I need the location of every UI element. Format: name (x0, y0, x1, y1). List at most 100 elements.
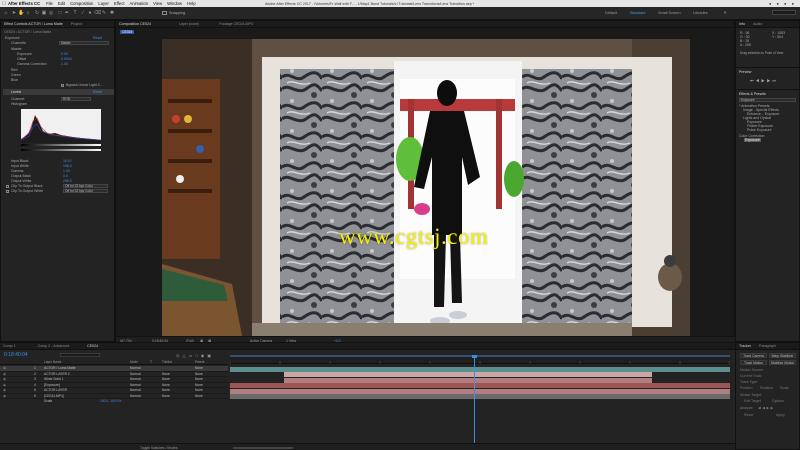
layer-bar-3[interactable] (284, 377, 652, 383)
toggle-switches-modes[interactable]: Toggle Switches / Modes (140, 446, 178, 450)
menu-animation[interactable]: Animation (130, 1, 149, 6)
pan-behind-tool-icon[interactable]: ◎ (48, 10, 54, 16)
levels-effect-label[interactable]: Levels (11, 90, 21, 94)
zoom-slider[interactable] (233, 446, 293, 449)
effect-exposure-reset[interactable]: Reset (93, 36, 102, 40)
apply-button[interactable]: Apply (776, 413, 785, 417)
gamma-correction-value[interactable]: 1.00 (61, 62, 68, 66)
puppet-tool-icon[interactable]: ✱ (109, 10, 115, 16)
output-white-value[interactable]: 255.0 (63, 179, 72, 183)
playhead[interactable] (474, 355, 475, 443)
menu-composition[interactable]: Composition (70, 1, 93, 6)
red-group[interactable]: Red (11, 68, 17, 72)
clone-stamp-tool-icon[interactable]: ● (87, 10, 93, 16)
tab-audio[interactable]: Audio (753, 22, 762, 26)
menu-edit[interactable]: Edit (58, 1, 65, 6)
menu-effect[interactable]: Effect (114, 1, 125, 6)
master-group[interactable]: Master (11, 47, 22, 51)
roto-brush-tool-icon[interactable]: ✎ (101, 10, 107, 16)
zoom-tool-icon[interactable]: ⌕ (25, 10, 31, 16)
tab-paragraph[interactable]: Paragraph (759, 344, 776, 348)
search-help-input[interactable] (772, 10, 796, 15)
tab-project[interactable]: Project (71, 22, 82, 26)
channels-dropdown[interactable]: Master (59, 41, 109, 45)
home-icon[interactable]: ⌂ (3, 10, 9, 16)
layer-bar-5[interactable] (230, 388, 730, 394)
layer-bar-6[interactable] (230, 394, 730, 399)
output-black-value[interactable]: 0.0 (63, 174, 68, 178)
layer-bar-2[interactable] (284, 372, 652, 377)
clip-output-black-dropdown[interactable]: Off for 32 bpc Color (63, 184, 108, 188)
clip-output-black-checkbox[interactable] (6, 185, 9, 188)
tab-comp-2-advanced[interactable]: Comp 2 - Advanced (38, 344, 70, 348)
app-menu[interactable]: After Effects CC (8, 1, 40, 6)
workspace-small-screen[interactable]: Small Screen (658, 11, 681, 15)
input-black-value[interactable]: 110.0 (63, 159, 72, 163)
tab-composition[interactable]: Composition CE024 (119, 22, 151, 26)
green-group[interactable]: Green (11, 73, 21, 77)
composition-canvas[interactable]: www.cgtsj.com (162, 39, 690, 336)
effects-search-input[interactable]: Exposure (739, 98, 796, 102)
menu-layer[interactable]: Layer (98, 1, 108, 6)
comp-name-badge[interactable]: CE024 (120, 30, 135, 34)
camera-tool-icon[interactable]: ▣ (41, 10, 47, 16)
exposure-param-value[interactable]: 0.00 (61, 52, 68, 56)
stabilize-motion-button[interactable]: Stabilize Motion (769, 360, 796, 365)
options-button[interactable]: Options (772, 399, 784, 403)
scale-property-row[interactable]: Scale 100.0, 100.0% (0, 399, 228, 405)
timeline-switch-icons[interactable]: ◎△▭□◉▣ (176, 353, 214, 358)
apple-icon[interactable]:  (0, 1, 8, 7)
track-motion-button[interactable]: Track Motion (740, 360, 767, 365)
hand-tool-icon[interactable]: ✋ (18, 10, 24, 16)
timeline-timecode[interactable]: 0:18:40:04 (4, 352, 28, 358)
tab-layer[interactable]: Layer (none) (179, 22, 199, 26)
input-white-value[interactable]: 196.0 (63, 164, 72, 168)
workspace-standard[interactable]: Standard (630, 11, 645, 15)
type-tool-icon[interactable]: T (72, 10, 78, 16)
time-ruler[interactable] (229, 355, 730, 364)
levels-reset[interactable]: Reset (93, 90, 102, 94)
timeline-search-input[interactable] (60, 353, 100, 357)
bypass-linear-checkbox[interactable] (61, 84, 64, 87)
workspace-libraries[interactable]: Libraries (693, 11, 708, 15)
gamma-value[interactable]: 1.00 (63, 169, 70, 173)
rotate-tool-icon[interactable]: ↻ (34, 10, 40, 16)
effects-item-6[interactable]: Pulse Exposure (747, 128, 772, 132)
analyze-controls-icon[interactable]: ◀◀▶▶ (758, 406, 775, 410)
playhead-handle[interactable] (472, 355, 477, 358)
menu-window[interactable]: Window (167, 1, 182, 6)
eraser-tool-icon[interactable]: ⌫ (94, 10, 101, 16)
brush-tool-icon[interactable]: ∕ (80, 10, 86, 16)
histogram-graph[interactable] (20, 109, 102, 143)
layer-bar-4[interactable] (230, 383, 730, 388)
edit-target-button[interactable]: Edit Target (744, 399, 761, 403)
workspace-menu-icon[interactable]: » (722, 10, 728, 16)
effect-exposure-label[interactable]: Exposure (5, 36, 20, 40)
snapping-checkbox[interactable] (162, 11, 167, 15)
effects-item-8[interactable]: Exposure (744, 138, 761, 142)
tab-info[interactable]: Info (739, 22, 745, 26)
workspace-default[interactable]: Default (605, 11, 617, 15)
layer-bar-1[interactable] (230, 366, 730, 372)
tab-ce024[interactable]: CE024 (87, 344, 98, 348)
tab-effect-controls[interactable]: Effect Controls ACTOR / Luma Matte (4, 22, 63, 26)
track-camera-button[interactable]: Track Camera (740, 353, 767, 358)
rectangle-tool-icon[interactable]: □ (57, 10, 63, 16)
clip-output-white-checkbox[interactable] (6, 190, 9, 193)
tab-comp-1[interactable]: Comp 1 (3, 344, 16, 348)
menu-help[interactable]: Help (187, 1, 196, 6)
selection-tool-icon[interactable]: ➤ (11, 10, 17, 16)
menu-view[interactable]: View (153, 1, 162, 6)
menu-file[interactable]: File (46, 1, 53, 6)
warp-stabilizer-button[interactable]: Warp Stabilizer (769, 353, 796, 358)
tab-tracker[interactable]: Tracker (739, 344, 751, 348)
levels-channel-dropdown[interactable]: RGB (61, 97, 91, 101)
pen-tool-icon[interactable]: ✒ (64, 10, 70, 16)
clip-output-white-dropdown[interactable]: Off for 32 bpc Color (63, 189, 108, 193)
blue-group[interactable]: Blue (11, 78, 18, 82)
reset-button[interactable]: Reset (744, 413, 753, 417)
scale-value[interactable]: 100.0, 100.0% (100, 399, 121, 405)
offset-param-value[interactable]: 0.0000 (61, 57, 72, 61)
tab-footage[interactable]: Footage CE024.MP4 (219, 22, 253, 26)
playback-controls-icon[interactable]: ⏮◀▶▶⏭ (750, 78, 778, 83)
